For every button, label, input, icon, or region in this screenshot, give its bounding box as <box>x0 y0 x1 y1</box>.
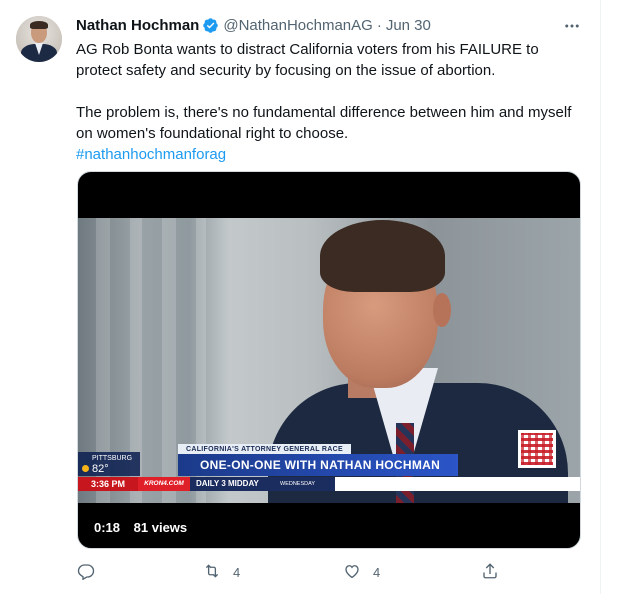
author-name[interactable]: Nathan Hochman <box>76 17 199 34</box>
overlay-show: DAILY 3 MIDDAY <box>190 477 280 491</box>
video-duration: 0:18 <box>94 520 121 535</box>
video-player[interactable]: PITTSBURG 82° CALIFORNIA'S ATTORNEY GENE… <box>77 171 581 549</box>
retweet-icon <box>203 562 221 583</box>
weather-box: PITTSBURG 82° <box>78 452 140 476</box>
tweet-actions: 4 4 <box>73 560 503 584</box>
hashtag-link[interactable]: #nathanhochmanforag <box>76 146 226 163</box>
tweet-header: Nathan Hochman @NathanHochmanAG · Jun 30 <box>76 15 431 35</box>
tweet-date[interactable]: Jun 30 <box>386 17 431 34</box>
overlay-headline: ONE-ON-ONE WITH NATHAN HOCHMAN <box>178 454 458 476</box>
video-meta: 0:18 81 views <box>94 520 187 535</box>
sun-icon <box>82 465 89 472</box>
author-handle[interactable]: @NathanHochmanAG <box>223 17 372 34</box>
share-button[interactable] <box>481 560 499 584</box>
avatar[interactable] <box>16 16 62 62</box>
heart-icon <box>343 562 361 583</box>
weather-city: PITTSBURG <box>92 455 133 462</box>
retweet-count: 4 <box>233 564 241 580</box>
tweet-text-line: The problem is, there's no fundamental d… <box>76 104 572 121</box>
reply-icon <box>77 562 95 583</box>
video-views: 81 views <box>133 520 188 535</box>
more-icon[interactable] <box>560 14 584 38</box>
tweet-text: AG Rob Bonta wants to distract Californi… <box>76 39 586 165</box>
verified-badge-icon <box>202 17 219 34</box>
share-icon <box>481 562 499 583</box>
overlay-site: KRON4.COM <box>138 477 190 491</box>
overlay-weekday: WEDNESDAY <box>280 477 335 491</box>
tweet-text-line: AG Rob Bonta wants to distract Californi… <box>76 41 539 58</box>
retweet-button[interactable]: 4 <box>203 560 240 584</box>
like-button[interactable]: 4 <box>343 560 380 584</box>
tweet-text-line: on women's foundational right to choose. <box>76 125 349 142</box>
news-lower-third: PITTSBURG 82° CALIFORNIA'S ATTORNEY GENE… <box>78 444 580 503</box>
separator-dot: · <box>376 16 382 34</box>
reply-button[interactable] <box>77 560 95 584</box>
video-frame: PITTSBURG 82° CALIFORNIA'S ATTORNEY GENE… <box>78 218 580 503</box>
overlay-clock: 3:36 PM <box>78 477 138 491</box>
like-count: 4 <box>373 564 381 580</box>
tweet-text-line: protect safety and security by focusing … <box>76 62 496 79</box>
weather-temp: 82° <box>92 463 109 475</box>
tweet-card: Nathan Hochman @NathanHochmanAG · Jun 30… <box>0 0 601 594</box>
